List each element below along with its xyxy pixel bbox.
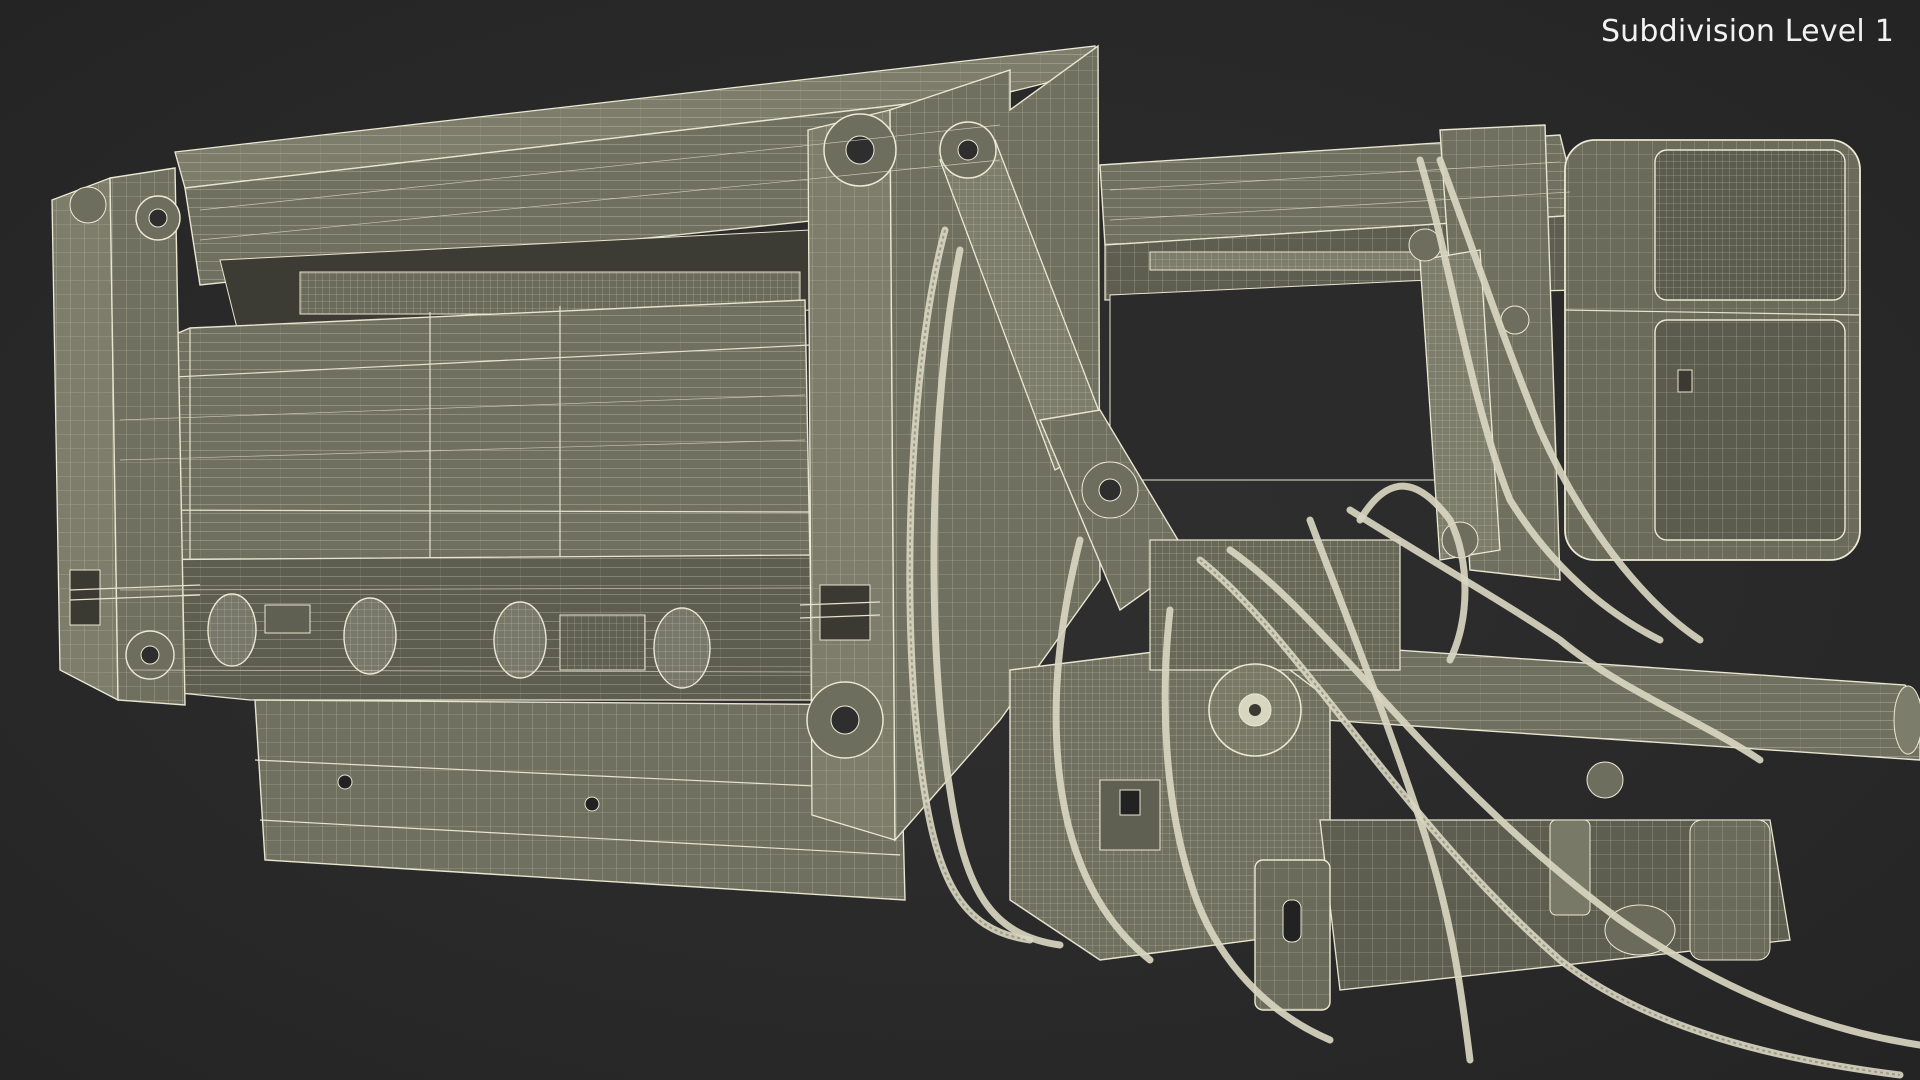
wireframe-model-render (51, 44, 1920, 1079)
left-end-plate (51, 167, 201, 706)
subdivision-level-label: Subdivision Level 1 (1600, 14, 1894, 49)
control-box (1564, 139, 1861, 561)
viewport: Subdivision Level 1 (0, 0, 1920, 1080)
